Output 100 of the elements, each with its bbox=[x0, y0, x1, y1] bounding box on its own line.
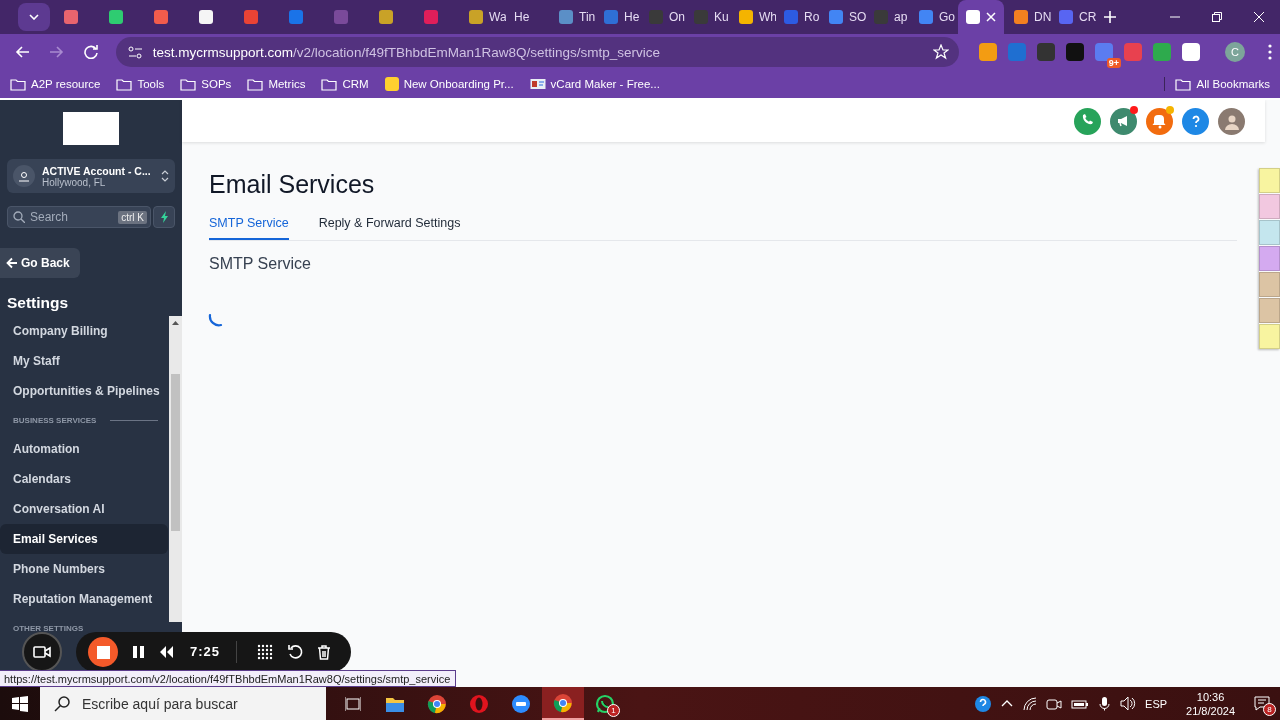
wifi-icon[interactable] bbox=[1022, 696, 1038, 711]
chat-icon[interactable] bbox=[595, 693, 615, 714]
browser-tab[interactable]: SO bbox=[821, 0, 866, 34]
user-avatar[interactable] bbox=[1218, 107, 1245, 135]
sidebar-item[interactable]: Email Services bbox=[0, 524, 168, 554]
bookmark-link[interactable]: New Onboarding Pr... bbox=[403, 78, 514, 90]
scrollbar-thumb[interactable] bbox=[171, 374, 180, 531]
site-settings-icon[interactable] bbox=[127, 44, 143, 60]
help-button[interactable] bbox=[1182, 107, 1209, 135]
browser-tab[interactable]: He bbox=[506, 0, 551, 34]
search-icon bbox=[54, 695, 70, 712]
section-label: BUSINESS SERVICES bbox=[13, 415, 97, 425]
address-bar[interactable]: test.mycrmsupport.com/v2/location/f49fTBhbdEmMan1Raw8Q/settings/smtp_service bbox=[115, 37, 959, 67]
browser-tab[interactable]: Ro bbox=[776, 0, 821, 34]
camera-icon[interactable] bbox=[1046, 696, 1063, 711]
count-badge: 9+ bbox=[1106, 58, 1121, 68]
tab[interactable]: SMTP Service bbox=[209, 216, 289, 240]
taskbar-button[interactable]: 1 bbox=[584, 687, 626, 720]
chevron-up-icon[interactable] bbox=[1001, 699, 1014, 708]
pause-icon[interactable] bbox=[132, 645, 145, 659]
browser-tab[interactable]: Tin bbox=[551, 0, 596, 34]
close-icon[interactable] bbox=[986, 12, 996, 22]
star-icon[interactable] bbox=[933, 44, 949, 60]
browser-tab[interactable]: He bbox=[596, 0, 641, 34]
volume-icon[interactable] bbox=[1120, 696, 1137, 711]
browser-tab[interactable]: DN bbox=[1006, 0, 1051, 34]
scroll-up-icon[interactable] bbox=[172, 320, 179, 325]
bookmark-link[interactable]: Tools bbox=[137, 78, 165, 90]
sidebar-item[interactable]: Automation bbox=[0, 434, 168, 464]
search-input[interactable]: Escribe aquí para buscar bbox=[80, 694, 324, 713]
recording-timer: 7:25 bbox=[190, 641, 238, 663]
bookmark-link[interactable]: SOPs bbox=[201, 78, 232, 90]
clock-date[interactable]: 21/8/2024 bbox=[1186, 703, 1235, 718]
account-switcher[interactable]: ACTIVE Account - C... Hollywood, FL bbox=[7, 159, 175, 193]
count-badge: 1 bbox=[607, 704, 620, 717]
browser-tab[interactable]: Go bbox=[911, 0, 956, 34]
megaphone-button[interactable] bbox=[1110, 107, 1137, 135]
windows-start-icon[interactable] bbox=[12, 695, 28, 712]
bell-button[interactable] bbox=[1146, 107, 1173, 135]
browser-tab[interactable] bbox=[958, 0, 1004, 34]
dot-grid-icon[interactable] bbox=[257, 644, 274, 660]
logo bbox=[63, 112, 119, 145]
id-card-icon bbox=[529, 77, 546, 91]
browser-tab[interactable]: Ku bbox=[686, 0, 731, 34]
bookmark-link[interactable]: CRM bbox=[342, 78, 369, 90]
language-indicator[interactable]: ESP bbox=[1145, 697, 1168, 710]
help-icon[interactable] bbox=[974, 694, 993, 713]
sidebar-item[interactable]: Company Billing bbox=[0, 316, 168, 346]
rewind-icon[interactable] bbox=[159, 645, 174, 659]
quick-action-button[interactable] bbox=[153, 206, 175, 228]
folder-icon bbox=[1174, 77, 1191, 91]
stop-recording-button[interactable] bbox=[88, 637, 118, 667]
plus-icon[interactable] bbox=[1104, 11, 1116, 23]
taskbar-search-field[interactable]: Escribe aquí para buscar bbox=[40, 687, 326, 720]
browser-tab[interactable]: On bbox=[641, 0, 686, 34]
notifications-icon[interactable] bbox=[1254, 696, 1270, 711]
bookmark-link[interactable]: All Bookmarks bbox=[1196, 78, 1270, 90]
opera-icon[interactable] bbox=[469, 693, 489, 714]
shortcut-hint: ctrl K bbox=[118, 210, 147, 224]
folder-icon bbox=[180, 77, 197, 91]
back-arrow-icon[interactable] bbox=[15, 45, 31, 59]
chrome-icon[interactable] bbox=[553, 692, 573, 713]
microphone-icon[interactable] bbox=[1098, 696, 1112, 711]
folder-icon bbox=[321, 77, 338, 91]
browser-tab[interactable]: Wa bbox=[461, 0, 506, 34]
sidebar-item[interactable]: Calendars bbox=[0, 464, 168, 494]
sidebar-item[interactable]: Conversation AI bbox=[0, 494, 168, 524]
forward-arrow-icon[interactable] bbox=[49, 45, 65, 59]
sidebar-item[interactable]: My Staff bbox=[0, 346, 168, 376]
restore-icon[interactable] bbox=[1212, 12, 1222, 22]
phone-button[interactable] bbox=[1074, 107, 1101, 135]
sidebar-item[interactable]: Opportunities & Pipelines bbox=[0, 376, 168, 406]
chrome-icon[interactable] bbox=[427, 693, 447, 714]
bookmark-link[interactable]: vCard Maker - Free... bbox=[550, 78, 660, 90]
tab[interactable]: Reply & Forward Settings bbox=[318, 216, 461, 240]
go-back-button[interactable]: Go Back bbox=[0, 248, 80, 278]
more-icon[interactable] bbox=[1268, 44, 1272, 60]
reload-icon[interactable] bbox=[83, 45, 98, 59]
site-favicon-icon bbox=[384, 77, 399, 91]
browser-tab[interactable]: CR bbox=[1051, 0, 1096, 34]
close-icon[interactable] bbox=[1254, 12, 1264, 22]
extension-icon[interactable] bbox=[1182, 43, 1200, 61]
task-view-icon[interactable] bbox=[345, 695, 361, 712]
folder-icon bbox=[116, 77, 133, 91]
bookmark-link[interactable]: Metrics bbox=[268, 78, 306, 90]
bookmark-link[interactable]: A2P resource bbox=[31, 78, 101, 90]
search-field[interactable]: Search ctrl K bbox=[7, 206, 151, 228]
section-label: OTHER SETTINGS bbox=[13, 623, 84, 633]
count-badge: 8 bbox=[1263, 703, 1276, 716]
search-input[interactable]: Search bbox=[30, 210, 114, 224]
restart-icon[interactable] bbox=[287, 644, 304, 660]
lightning-icon bbox=[159, 211, 169, 223]
browser-tab[interactable]: Wh bbox=[731, 0, 776, 34]
sidebar-item[interactable]: Phone Numbers bbox=[0, 554, 168, 584]
sidebar-item[interactable]: Reputation Management bbox=[0, 584, 168, 614]
tab-search-button[interactable] bbox=[18, 3, 50, 31]
clock-time[interactable]: 10:36 bbox=[1186, 689, 1235, 704]
browser-tab[interactable]: ap bbox=[866, 0, 911, 34]
trash-icon[interactable] bbox=[317, 644, 332, 660]
account-location: Hollywood, FL bbox=[42, 176, 107, 188]
